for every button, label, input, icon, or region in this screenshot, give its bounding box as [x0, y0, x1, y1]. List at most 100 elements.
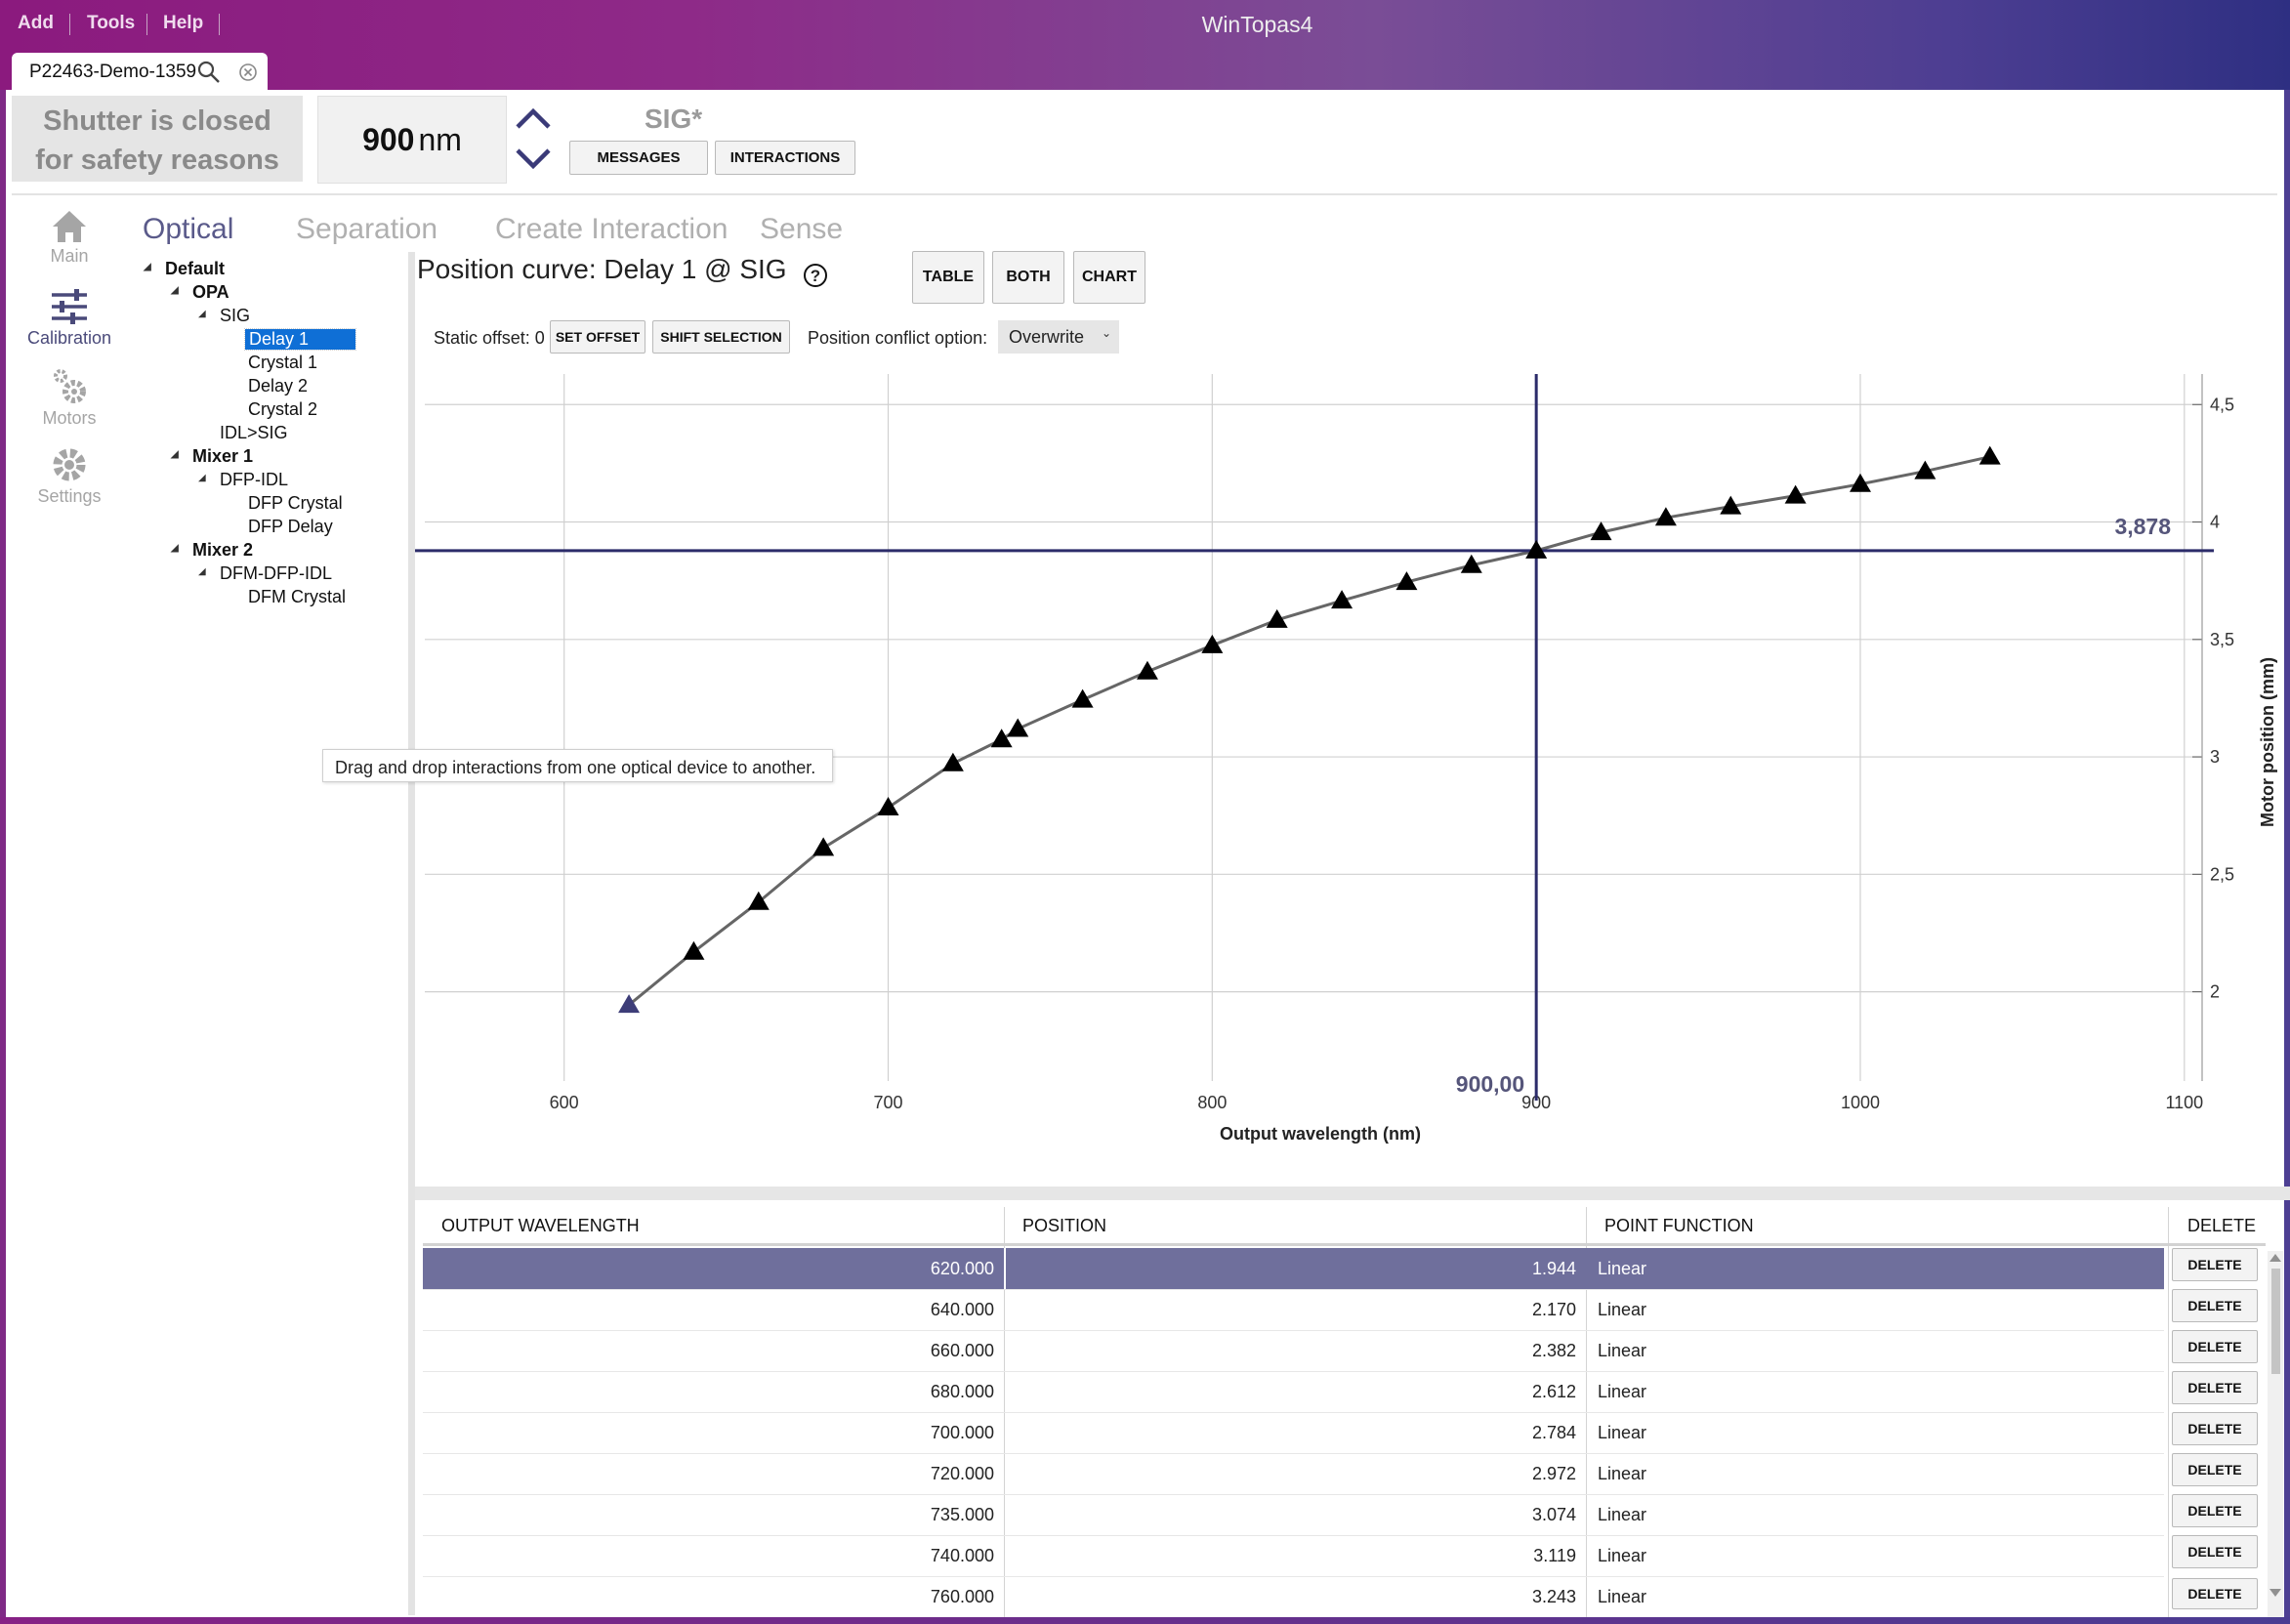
- header-delete: DELETE: [2187, 1216, 2257, 1235]
- sliders-icon: [52, 289, 87, 324]
- data-point-marker: [941, 752, 964, 771]
- app-title: WinTopas4: [1201, 12, 1313, 37]
- data-point-marker: [990, 729, 1013, 748]
- gear-icon: [53, 448, 86, 481]
- scroll-up-icon[interactable]: [2268, 1251, 2283, 1265]
- delete-row-button[interactable]: DELETE: [2172, 1494, 2258, 1527]
- tree-item-dfp-idl[interactable]: ◢ DFP-IDL: [198, 470, 288, 490]
- column-separator: [2168, 1207, 2169, 1617]
- header-output-wavelength[interactable]: OUTPUT WAVELENGTH: [441, 1216, 640, 1236]
- tree-item-crystal-2[interactable]: Crystal 2: [248, 399, 317, 420]
- table-row[interactable]: 760.000 3.243 Linear: [423, 1576, 2164, 1615]
- y-tick-label: 3,5: [2210, 630, 2234, 649]
- nav-calibration[interactable]: Calibration: [14, 287, 125, 349]
- y-axis-title: Motor position (mm): [2258, 657, 2277, 827]
- chevron-down-icon: ⌄: [1101, 326, 1111, 340]
- delete-row-button[interactable]: DELETE: [2172, 1578, 2258, 1609]
- conflict-option-select[interactable]: Overwrite ⌄: [998, 320, 1119, 354]
- nav-motors-label: Motors: [42, 408, 97, 428]
- tab-optical[interactable]: Optical: [143, 213, 233, 246]
- tree-item-opa[interactable]: ◢ OPA: [171, 282, 229, 303]
- table-row[interactable]: 720.000 2.972 Linear: [423, 1453, 2164, 1495]
- close-tab-icon[interactable]: [238, 62, 258, 82]
- delete-row-button[interactable]: DELETE: [2172, 1535, 2258, 1568]
- table-row[interactable]: 620.000 1.944 Linear: [423, 1248, 2164, 1290]
- tree-item-default[interactable]: ◢ Default: [144, 259, 225, 279]
- tree-item-dfp-delay[interactable]: DFP Delay: [248, 517, 333, 537]
- tree-item-dfp-crystal[interactable]: DFP Crystal: [248, 493, 343, 514]
- shutter-status-line1: Shutter is closed: [43, 105, 271, 137]
- title-bar: Add Tools Help WinTopas4 P22463-Demo-135…: [0, 0, 2290, 90]
- data-point-marker: [683, 940, 705, 960]
- chevron-down-icon[interactable]: [514, 145, 553, 174]
- table-row[interactable]: 735.000 3.074 Linear: [423, 1494, 2164, 1536]
- nav-main-label: Main: [50, 246, 89, 266]
- chart-view-button[interactable]: CHART: [1073, 251, 1145, 304]
- both-view-button[interactable]: BOTH: [992, 251, 1064, 304]
- nav-settings[interactable]: Settings: [14, 445, 125, 507]
- table-row[interactable]: 680.000 2.612 Linear: [423, 1371, 2164, 1413]
- tree-item-dfm-crystal[interactable]: DFM Crystal: [248, 587, 346, 607]
- nav-main[interactable]: Main: [14, 209, 125, 267]
- window-frame-bottom: [0, 1617, 2290, 1624]
- y-tick-label: 2,5: [2210, 864, 2234, 884]
- delete-row-button[interactable]: DELETE: [2172, 1248, 2258, 1281]
- conflict-option-label: Position conflict option:: [808, 328, 988, 348]
- header-position[interactable]: POSITION: [1022, 1216, 1106, 1236]
- messages-button[interactable]: MESSAGES: [569, 141, 708, 175]
- delete-row-button[interactable]: DELETE: [2172, 1289, 2258, 1322]
- x-tick-label: 1000: [1841, 1093, 1880, 1112]
- table-row[interactable]: 700.000 2.784 Linear: [423, 1412, 2164, 1454]
- tooltip: Drag and drop interactions from one opti…: [322, 749, 833, 782]
- document-tab-label: P22463-Demo-1359: [29, 62, 197, 82]
- chevron-up-icon[interactable]: [514, 104, 553, 133]
- scrollbar-thumb[interactable]: [2271, 1269, 2280, 1374]
- nav-calibration-label: Calibration: [26, 328, 112, 348]
- y-tick-label: 4,5: [2210, 395, 2234, 414]
- tab-separation[interactable]: Separation: [296, 213, 437, 246]
- wavelength-unit: nm: [418, 121, 462, 157]
- tab-sense[interactable]: Sense: [760, 213, 843, 246]
- y-tick-label: 3: [2210, 747, 2220, 767]
- tree-item-mixer-1[interactable]: ◢ Mixer 1: [171, 446, 253, 467]
- shift-selection-button[interactable]: SHIFT SELECTION: [652, 320, 790, 354]
- search-icon[interactable]: [197, 61, 221, 84]
- tree-item-crystal-1[interactable]: Crystal 1: [248, 353, 317, 373]
- delete-row-button[interactable]: DELETE: [2172, 1412, 2258, 1445]
- interactions-button[interactable]: INTERACTIONS: [715, 141, 855, 175]
- window-frame-left: [0, 90, 6, 1624]
- shutter-status: Shutter is closed for safety reasons: [12, 96, 303, 182]
- delete-row-button[interactable]: DELETE: [2172, 1330, 2258, 1363]
- set-offset-button[interactable]: SET OFFSET: [550, 320, 645, 354]
- table-divider: [415, 1187, 2290, 1200]
- tab-create-interaction[interactable]: Create Interaction: [495, 213, 728, 246]
- x-tick-label: 800: [1197, 1093, 1227, 1112]
- position-curve-line: [628, 455, 1991, 1007]
- tree-item-idl-sig[interactable]: IDL>SIG: [220, 423, 288, 443]
- divider: [12, 193, 2277, 195]
- tree-item-delay-1[interactable]: Delay 1: [244, 328, 356, 351]
- data-point-marker: [1071, 688, 1094, 708]
- x-tick-label: 1100: [2165, 1093, 2203, 1112]
- tree-item-delay-2[interactable]: Delay 2: [248, 376, 308, 396]
- tree-item-mixer-2[interactable]: ◢ Mixer 2: [171, 540, 253, 561]
- table-row[interactable]: 740.000 3.119 Linear: [423, 1535, 2164, 1577]
- table-view-button[interactable]: TABLE: [912, 251, 984, 304]
- delete-row-button[interactable]: DELETE: [2172, 1371, 2258, 1404]
- x-tick-label: 600: [550, 1093, 579, 1112]
- panel-splitter[interactable]: [408, 252, 415, 1615]
- table-row[interactable]: 660.000 2.382 Linear: [423, 1330, 2164, 1372]
- scroll-down-icon[interactable]: [2268, 1586, 2283, 1600]
- home-icon: [53, 211, 86, 242]
- delete-row-button[interactable]: DELETE: [2172, 1453, 2258, 1486]
- nav-motors[interactable]: Motors: [14, 365, 125, 429]
- header-point-function[interactable]: POINT FUNCTION: [1604, 1216, 1754, 1236]
- tree-item-sig[interactable]: ◢ SIG: [198, 306, 250, 326]
- tree-item-dfm-dfp-idl[interactable]: ◢ DFM-DFP-IDL: [198, 563, 332, 584]
- help-icon[interactable]: ?: [804, 264, 827, 287]
- wavelength-display[interactable]: 900 nm: [317, 96, 507, 184]
- static-offset-label: Static offset: 0: [434, 328, 545, 348]
- document-tab[interactable]: P22463-Demo-1359: [12, 53, 268, 90]
- data-point-marker: [812, 837, 835, 856]
- table-row[interactable]: 640.000 2.170 Linear: [423, 1289, 2164, 1331]
